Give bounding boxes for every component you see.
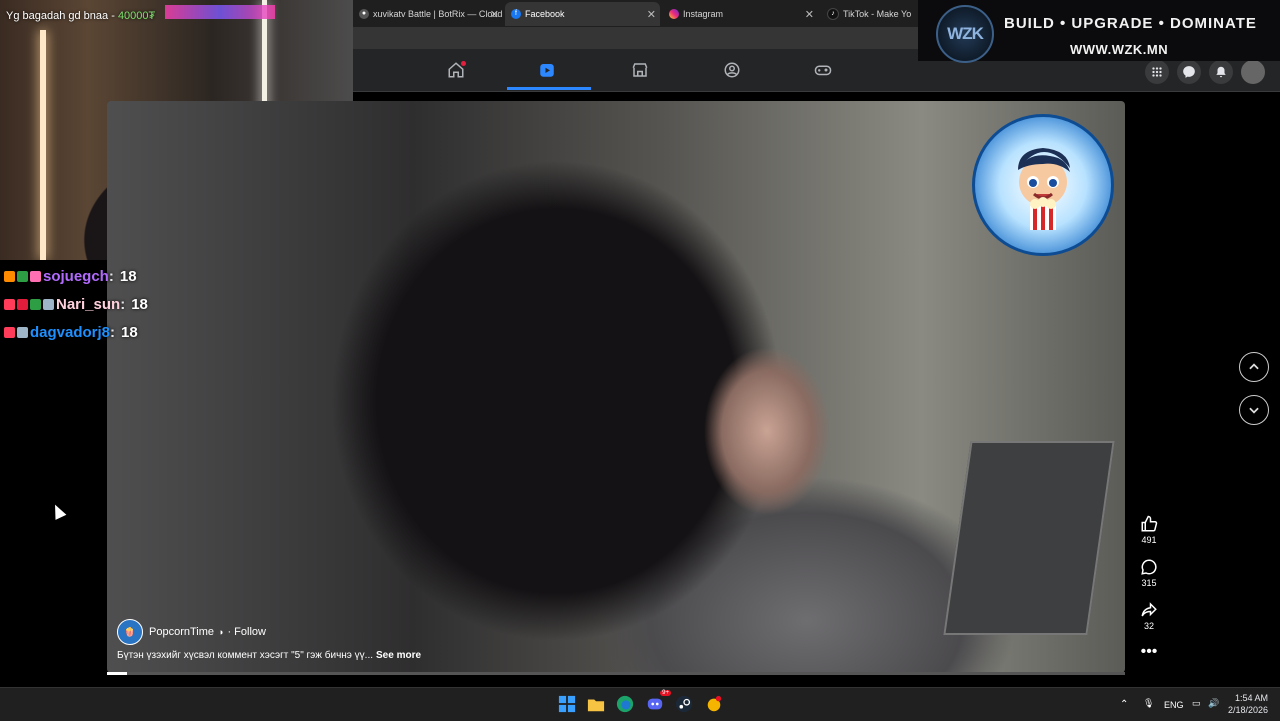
tab-label: Facebook xyxy=(525,9,565,19)
discord-badge: 9+ xyxy=(660,690,671,696)
chat-text: 18 xyxy=(131,295,148,313)
previous-reel-button[interactable] xyxy=(1239,352,1269,382)
caption-text: Бүтэн үзэхийг хүсвэл коммент хэсэгт "5" … xyxy=(117,650,374,661)
badge-icon xyxy=(4,270,15,282)
close-icon[interactable]: ✕ xyxy=(490,8,499,21)
more-options-button[interactable]: ••• xyxy=(1133,644,1165,660)
reels-icon[interactable] xyxy=(536,59,558,81)
mouse-cursor-icon xyxy=(49,502,67,520)
windows-taskbar: 9+ ⌃ 🎙 ENG ▭ 🔊 1:54 AM 2/18/2026 xyxy=(0,687,1280,721)
chat-message: Nari_sun: 18 xyxy=(4,290,254,318)
discord-icon[interactable]: 9+ xyxy=(645,690,671,714)
network-icon[interactable]: ▭ xyxy=(1192,698,1201,709)
instagram-icon xyxy=(669,9,679,19)
donation-goal: Yg bagadah gd bnaa - 40000₮ xyxy=(6,10,155,22)
share-count: 32 xyxy=(1143,621,1154,631)
language-indicator[interactable]: ENG xyxy=(1164,700,1184,710)
profile-avatar[interactable] xyxy=(1241,60,1265,84)
tab-tiktok[interactable]: ♪ TikTok - Make Yo xyxy=(821,2,921,26)
badge-icon xyxy=(4,298,15,310)
tab-label: TikTok - Make Yo xyxy=(843,9,912,19)
chat-message: sojuegch: 18 xyxy=(4,262,254,290)
tray-chevron-icon[interactable]: ⌃ xyxy=(1120,699,1128,710)
like-count: 491 xyxy=(1141,535,1157,545)
close-icon[interactable]: ✕ xyxy=(647,8,656,21)
donation-amount: 40000₮ xyxy=(117,10,156,22)
cartoon-mascot-icon xyxy=(1018,148,1070,230)
author-avatar[interactable]: 🍿 xyxy=(117,619,143,645)
badge-icon xyxy=(30,298,41,310)
edge-browser-icon[interactable] xyxy=(615,694,635,714)
notification-dot xyxy=(461,61,466,66)
chat-username: dagvadorj8 xyxy=(30,323,111,341)
follow-link[interactable]: · Follow xyxy=(227,626,266,638)
tab-label: xuvikatv Battle | BotRix — Cloud S xyxy=(373,9,503,19)
rgb-light xyxy=(165,5,275,19)
chat-username: Nari_sun xyxy=(56,295,121,313)
tab-label: Instagram xyxy=(683,9,724,19)
popcorn-channel-logo xyxy=(972,114,1114,256)
clock-time: 1:54 AM xyxy=(1234,693,1268,703)
menu-grid-icon[interactable] xyxy=(1145,60,1169,84)
steam-icon[interactable] xyxy=(674,694,694,714)
share-button[interactable]: 32 xyxy=(1133,601,1165,631)
comment-count: 315 xyxy=(1141,578,1157,588)
file-explorer-icon[interactable] xyxy=(586,694,606,714)
chat-text: 18 xyxy=(121,323,138,341)
clock-date: 2/18/2026 xyxy=(1227,705,1268,715)
bell-icon[interactable] xyxy=(1209,60,1233,84)
tab-botrix[interactable]: ● xuvikatv Battle | BotRix — Cloud S ✕ xyxy=(353,2,503,26)
groups-icon[interactable] xyxy=(721,59,743,81)
botrix-icon: ● xyxy=(359,9,369,19)
app-icon[interactable] xyxy=(704,694,724,714)
badge-icon xyxy=(17,326,28,338)
marketplace-icon[interactable] xyxy=(629,59,651,81)
badge-icon xyxy=(17,270,28,282)
share-icon xyxy=(1141,602,1157,617)
windows-start-icon[interactable] xyxy=(557,694,577,714)
comment-icon xyxy=(1141,559,1157,575)
badge-icon xyxy=(4,326,15,338)
badge-icon xyxy=(30,270,41,282)
thumbs-up-icon xyxy=(1141,515,1158,532)
system-clock[interactable]: 1:54 AM 2/18/2026 xyxy=(1222,692,1268,716)
see-more-link[interactable]: See more xyxy=(376,650,421,661)
author-name[interactable]: PopcornTime xyxy=(149,626,214,638)
video-progress-bar[interactable] xyxy=(107,672,1125,675)
messenger-icon[interactable] xyxy=(1177,60,1201,84)
tab-instagram[interactable]: Instagram ✕ xyxy=(663,2,818,26)
progress-fill xyxy=(107,672,128,675)
banner-url: WWW.WZK.MN xyxy=(1070,42,1169,57)
comment-button[interactable]: 315 xyxy=(1133,558,1165,588)
donation-label: Yg bagadah gd bnaa - xyxy=(6,10,118,22)
close-icon[interactable]: ✕ xyxy=(805,8,814,21)
banner-tagline: BUILD • UPGRADE • DOMINATE xyxy=(1004,15,1257,32)
like-button[interactable]: 491 xyxy=(1133,515,1165,545)
badge-icon xyxy=(17,298,28,310)
tab-facebook[interactable]: f Facebook ✕ xyxy=(505,2,660,26)
chat-message: dagvadorj8: 18 xyxy=(4,318,254,346)
chat-username: sojuegch xyxy=(43,267,109,285)
gaming-icon[interactable] xyxy=(812,59,834,81)
stream-chat: sojuegch: 18 Nari_sun: 18 dagvadorj8: 18 xyxy=(4,262,254,346)
more-icon: ••• xyxy=(1140,643,1158,660)
facebook-icon: f xyxy=(511,9,521,19)
verified-icon: ◑ xyxy=(218,627,224,637)
microphone-icon[interactable]: 🎙 xyxy=(1143,698,1154,709)
chat-text: 18 xyxy=(119,267,137,285)
neon-light xyxy=(40,30,46,260)
reel-author: 🍿 PopcornTime ◑ · Follow xyxy=(117,619,266,645)
volume-icon[interactable]: 🔊 xyxy=(1208,698,1219,709)
reel-caption: Бүтэн үзэхийг хүсвэл коммент хэсэгт "5" … xyxy=(117,650,421,661)
next-reel-button[interactable] xyxy=(1239,395,1269,425)
wzk-banner: WZK BUILD • UPGRADE • DOMINATE WWW.WZK.M… xyxy=(918,0,1280,63)
background-monitor xyxy=(943,441,1115,635)
badge-icon xyxy=(43,298,54,310)
active-tab-indicator xyxy=(507,87,591,90)
tiktok-icon: ♪ xyxy=(827,8,839,20)
wzk-logo: WZK xyxy=(936,5,994,63)
